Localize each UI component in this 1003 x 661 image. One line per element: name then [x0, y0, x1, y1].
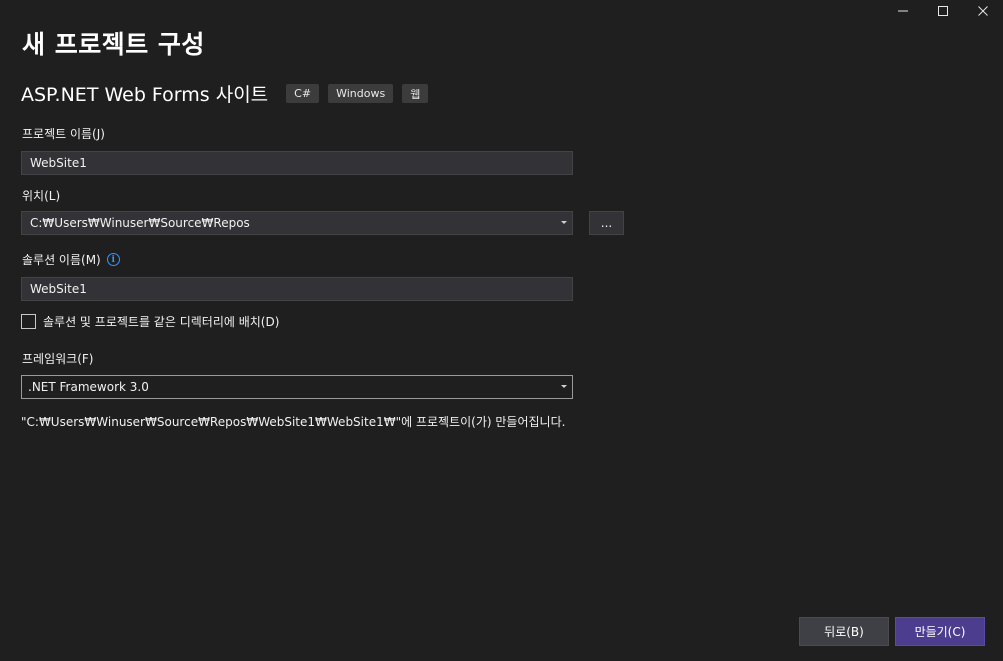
close-button[interactable]: [963, 0, 1003, 22]
solution-name-value: WebSite1: [30, 282, 87, 296]
close-icon: [978, 6, 988, 16]
location-label: 위치(L): [22, 189, 61, 203]
chevron-down-icon: [561, 385, 567, 388]
back-button[interactable]: 뒤로(B): [799, 617, 889, 646]
project-name-input[interactable]: WebSite1: [21, 151, 573, 175]
framework-combobox[interactable]: .NET Framework 3.0: [21, 375, 573, 399]
solution-name-label: 솔루션 이름(M): [22, 253, 101, 267]
framework-label: 프레임워크(F): [22, 352, 94, 366]
same-directory-label: 솔루션 및 프로젝트를 같은 디렉터리에 배치(D): [43, 315, 280, 329]
create-button[interactable]: 만들기(C): [895, 617, 985, 646]
template-header: ASP.NET Web Forms 사이트 C# Windows 웹: [21, 80, 437, 107]
creation-path-note: "C:₩Users₩Winuser₩Source₩Repos₩WebSite1₩…: [21, 415, 566, 429]
tag-project-type: 웹: [402, 84, 429, 103]
minimize-button[interactable]: [883, 0, 923, 22]
tag-platform: Windows: [328, 84, 394, 103]
maximize-button[interactable]: [923, 0, 963, 22]
same-directory-checkbox[interactable]: [21, 314, 36, 329]
maximize-icon: [938, 6, 948, 16]
same-directory-option[interactable]: 솔루션 및 프로젝트를 같은 디렉터리에 배치(D): [21, 313, 279, 330]
solution-name-input[interactable]: WebSite1: [21, 277, 573, 301]
chevron-down-icon: [561, 221, 567, 224]
configure-project-window: 새 프로젝트 구성 ASP.NET Web Forms 사이트 C# Windo…: [0, 0, 1003, 661]
tag-language: C#: [286, 84, 320, 103]
page-title: 새 프로젝트 구성: [22, 30, 205, 59]
browse-location-button[interactable]: ...: [589, 211, 624, 235]
location-value: C:₩Users₩Winuser₩Source₩Repos: [30, 216, 250, 230]
location-combobox[interactable]: C:₩Users₩Winuser₩Source₩Repos: [21, 211, 573, 235]
project-name-value: WebSite1: [30, 156, 87, 170]
info-icon[interactable]: i: [106, 253, 120, 266]
project-name-label: 프로젝트 이름(J): [22, 127, 105, 141]
framework-value: .NET Framework 3.0: [28, 380, 149, 394]
solution-name-label-row: 솔루션 이름(M) i: [22, 251, 120, 268]
window-controls: [883, 0, 1003, 22]
template-name: ASP.NET Web Forms 사이트: [21, 84, 269, 106]
minimize-icon: [898, 10, 908, 12]
